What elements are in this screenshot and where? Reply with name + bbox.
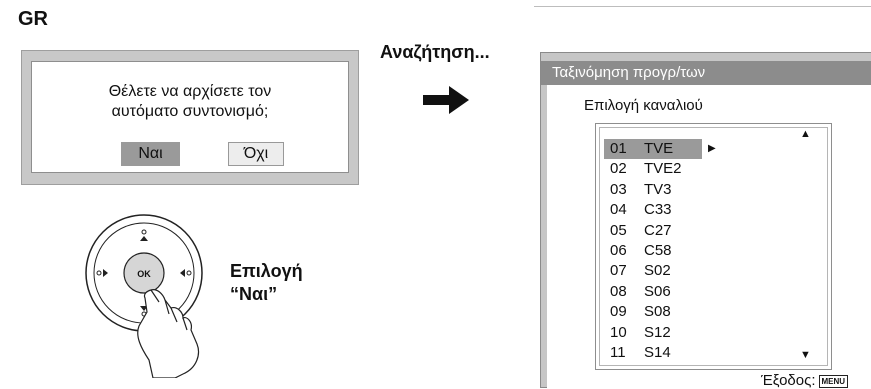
remote-control-illustration: OK bbox=[85, 214, 203, 378]
channel-number: 01 bbox=[610, 140, 627, 157]
channel-name: C33 bbox=[644, 201, 672, 219]
menu-body: Επιλογή καναλιού ▲ 01 TVE ▶ 02 TVE2 03 TV3 04 C3… bbox=[547, 85, 871, 389]
channel-row[interactable]: 07 S02 bbox=[604, 261, 702, 281]
selection-pointer-icon: ▶ bbox=[708, 143, 716, 154]
no-button[interactable]: Όχι bbox=[228, 142, 284, 166]
channel-name: S06 bbox=[644, 282, 671, 300]
menu-title: Ταξινόμηση προγρ/των bbox=[541, 61, 871, 85]
channel-name: S08 bbox=[644, 303, 671, 321]
hand-icon bbox=[137, 289, 200, 378]
select-yes-instruction: Επιλογή “Ναι” bbox=[230, 260, 303, 306]
channel-number: 11 bbox=[610, 344, 626, 361]
channel-row[interactable]: 08 S06 bbox=[604, 282, 702, 302]
auto-tuning-dialog: Θέλετε να αρχίσετε τον αυτόματο συντονισ… bbox=[21, 50, 359, 185]
menu-key-icon: MENU bbox=[818, 374, 849, 388]
channel-number: 02 bbox=[610, 160, 627, 178]
instruction-line-1: Επιλογή bbox=[230, 261, 303, 281]
question-line-2: αυτόματο συντονισμό; bbox=[111, 103, 269, 120]
channel-number: 05 bbox=[610, 221, 627, 239]
channel-name: S14 bbox=[644, 344, 671, 361]
channel-row[interactable]: 03 TV3 bbox=[604, 180, 702, 200]
channel-row[interactable]: 06 C58 bbox=[604, 241, 702, 261]
channel-name: TV3 bbox=[644, 180, 672, 198]
dialog-content: Θέλετε να αρχίσετε τον αυτόματο συντονισ… bbox=[31, 61, 349, 173]
programme-sorting-menu: Ταξινόμηση προγρ/των Επιλογή καναλιού ▲ … bbox=[540, 52, 871, 389]
right-arrow-icon bbox=[180, 269, 192, 277]
channel-name: C27 bbox=[644, 221, 672, 239]
exit-label: Έξοδος: bbox=[761, 372, 816, 389]
channel-name: TVE bbox=[644, 140, 674, 157]
channel-row[interactable]: 04 C33 bbox=[604, 200, 702, 220]
channel-row[interactable]: 02 TVE2 bbox=[604, 159, 702, 179]
channel-number: 07 bbox=[610, 262, 627, 280]
menu-subtitle: Επιλογή καναλιού bbox=[584, 97, 703, 114]
channel-name: C58 bbox=[644, 242, 672, 259]
channel-number: 10 bbox=[610, 323, 627, 341]
channel-name: S02 bbox=[644, 262, 671, 280]
up-arrow-icon bbox=[140, 229, 148, 241]
channel-number: 04 bbox=[610, 201, 627, 219]
channel-row[interactable]: 11 S14 bbox=[604, 343, 702, 363]
channel-name: TVE2 bbox=[644, 160, 682, 178]
channel-name: S12 bbox=[644, 323, 671, 341]
channel-row[interactable]: 05 C27 bbox=[604, 221, 702, 241]
channel-number: 06 bbox=[610, 242, 627, 259]
channel-number: 08 bbox=[610, 282, 627, 300]
yes-button[interactable]: Ναι bbox=[121, 142, 180, 166]
question-line-1: Θέλετε να αρχίσετε τον bbox=[108, 83, 272, 100]
scroll-down-icon[interactable]: ▼ bbox=[800, 349, 811, 361]
channel-number: 09 bbox=[610, 303, 627, 321]
ok-button-label: OK bbox=[137, 269, 151, 279]
left-arrow-icon bbox=[96, 269, 108, 277]
channel-list-inner: ▲ 01 TVE ▶ 02 TVE2 03 TV3 04 C33 05 C27 06 C58 07 S02 0… bbox=[599, 127, 828, 366]
dialog-question: Θέλετε να αρχίσετε τον αυτόματο συντονισ… bbox=[32, 82, 348, 122]
channel-number: 03 bbox=[610, 180, 627, 198]
arrow-right-icon bbox=[423, 86, 469, 114]
channel-list[interactable]: ▲ 01 TVE ▶ 02 TVE2 03 TV3 04 C33 05 C27 06 C58 07 S02 0… bbox=[595, 123, 832, 370]
top-rule bbox=[534, 6, 871, 7]
language-code: GR bbox=[18, 8, 48, 30]
scroll-up-icon[interactable]: ▲ bbox=[800, 128, 811, 140]
channel-row[interactable]: 09 S08 bbox=[604, 302, 702, 322]
searching-label: Αναζήτηση... bbox=[380, 42, 490, 62]
channel-row[interactable]: 10 S12 bbox=[604, 323, 702, 343]
exit-hint: Έξοδος: MENU bbox=[761, 372, 849, 389]
instruction-line-2: “Ναι” bbox=[230, 284, 278, 304]
channel-row[interactable]: 01 TVE bbox=[604, 139, 702, 159]
